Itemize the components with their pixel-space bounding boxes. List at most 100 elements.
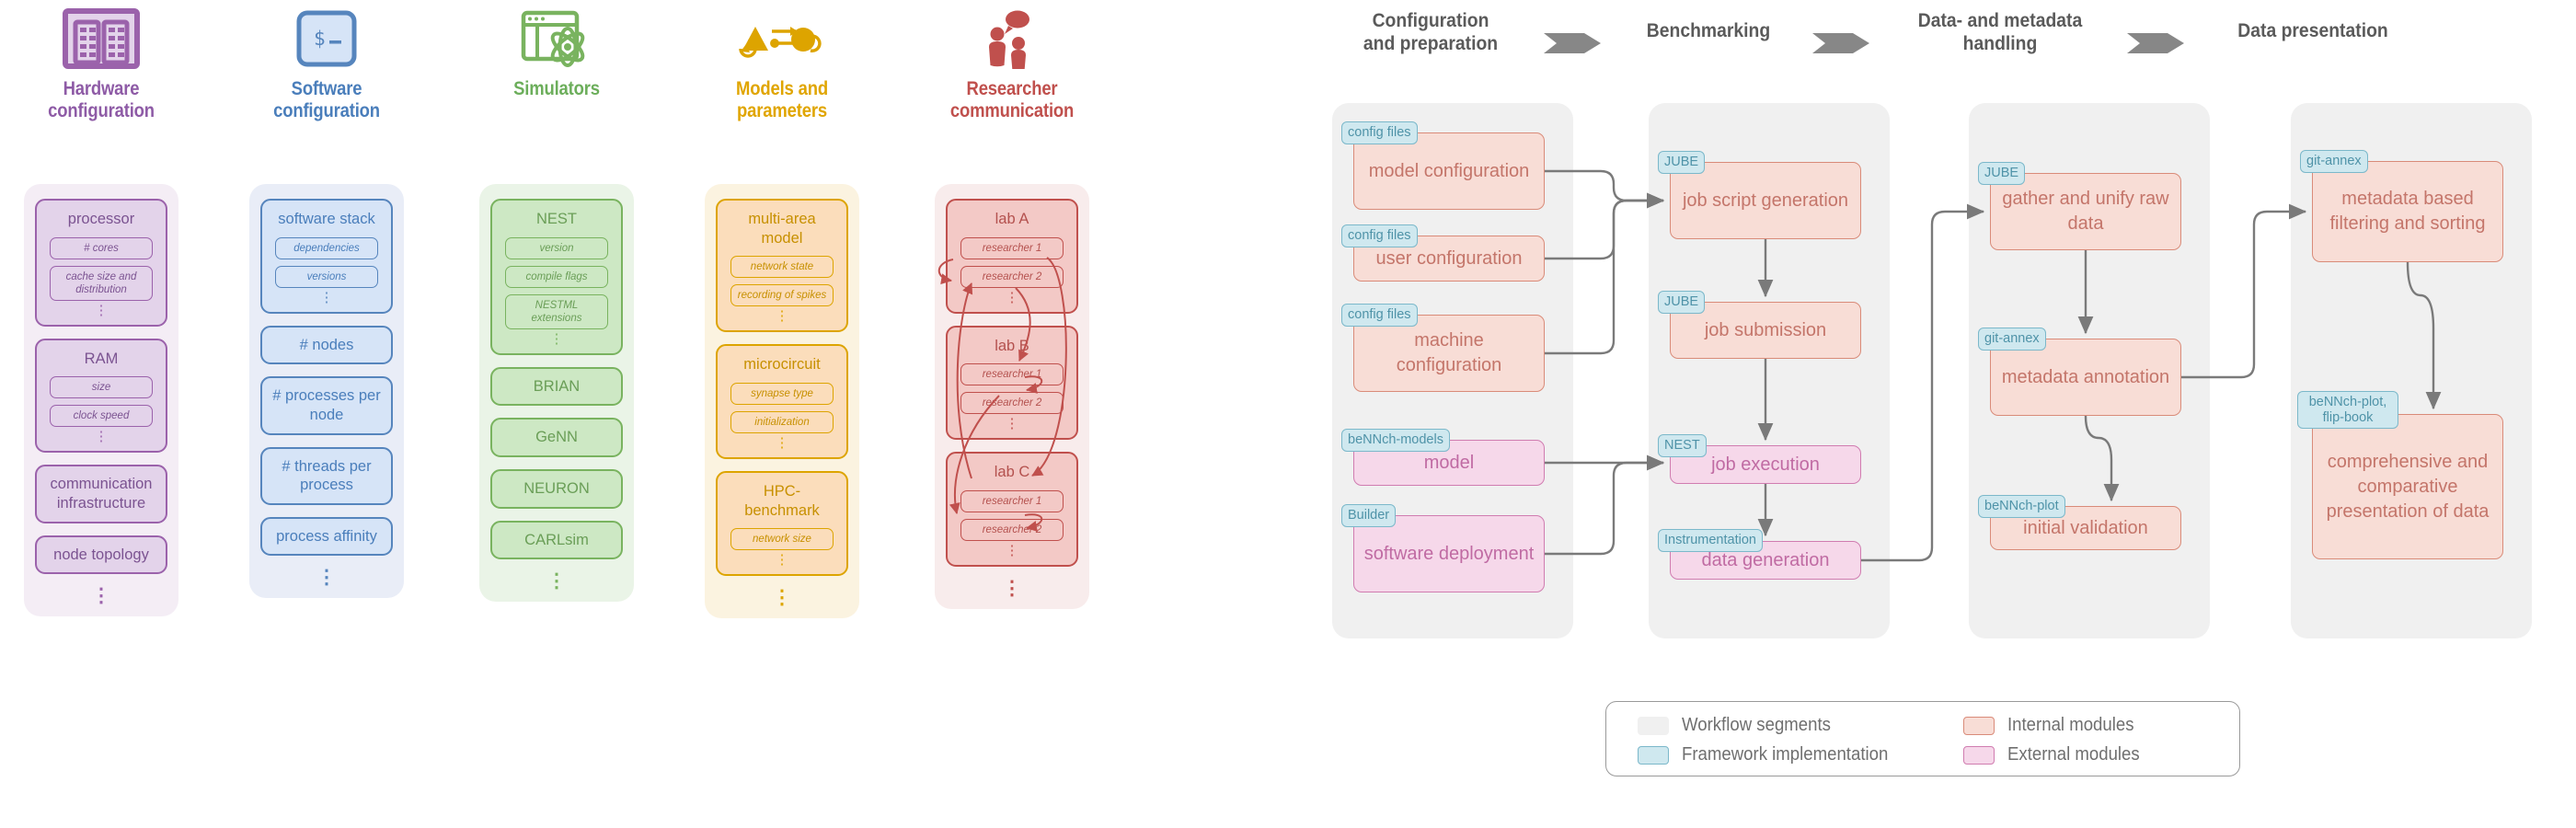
ellipsis-vertical-icon: ⋮ (772, 587, 792, 609)
ellipsis-vertical-icon: ⋮ (775, 308, 789, 325)
group-ram: RAM size clock speed ⋮ (35, 338, 167, 454)
category-title-line2: configuration (48, 99, 155, 121)
tag-git-annex: git-annex (2300, 150, 2368, 173)
legend-swatch-internal-modules (1963, 716, 1995, 735)
legend-label: Workflow segments (1682, 715, 1831, 735)
category-title-software: Software configuration (237, 78, 416, 121)
category-title-researchers: Researcher communication (923, 78, 1101, 121)
phase-label-data-handling: Data- and metadata handling (1917, 9, 2083, 54)
leaf-item: NESTML extensions (505, 293, 608, 329)
leaf-item: clock speed (50, 405, 153, 428)
group-label: software stack (278, 211, 375, 227)
category-title-line1: Software (291, 78, 362, 99)
phase-arrow-icon (2127, 33, 2184, 53)
category-body-models: multi-area model network state recording… (705, 184, 859, 619)
terminal-prompt-icon: $ (225, 0, 428, 69)
phase-label-configuration: Configuration and preparation (1363, 9, 1499, 54)
browser-atom-icon (455, 0, 658, 69)
leaf-item: network state (730, 256, 834, 279)
leaf-item: researcher 1 (960, 363, 1064, 386)
ellipsis-vertical-icon: ⋮ (1005, 416, 1019, 432)
group-lab-c: lab C researcher 1 researcher 2 ⋮ (946, 452, 1078, 567)
group-label: HPC-benchmark (744, 482, 820, 519)
category-column-simulators: Simulators NEST version compile flags NE… (455, 0, 658, 603)
network-nodes-icon (681, 0, 883, 69)
tag-instrumentation: Instrumentation (1658, 529, 1763, 552)
category-title-line1: Researcher (966, 78, 1058, 99)
legend-item-framework-implementation: Framework implementation (1638, 744, 1903, 765)
tag-bennch-plot-flip-book: beNNch-plot, flip-book (2297, 391, 2398, 430)
item-brian: BRIAN (490, 366, 623, 407)
ellipsis-vertical-icon: ⋮ (1005, 542, 1019, 558)
item-threads-per-process: # threads per process (260, 446, 393, 505)
item-communication-infrastructure: communication infrastructure (35, 465, 167, 523)
item-process-affinity: process affinity (260, 516, 393, 557)
leaf-item: size (50, 376, 153, 399)
tag-jube: JUBE (1978, 162, 2026, 185)
leaf-item: version (505, 236, 608, 259)
leaf-item: # cores (50, 236, 153, 259)
leaf-item: researcher 2 (960, 392, 1064, 415)
module-comprehensive-presentation-of-data[interactable]: comprehensive and comparative presentati… (2312, 414, 2503, 559)
ellipsis-vertical-icon: ⋮ (94, 302, 109, 318)
category-title-models: Models and parameters (693, 78, 871, 121)
group-label: RAM (84, 350, 119, 367)
category-title-hardware: Hardware configuration (12, 78, 190, 121)
tag-bennch-models: beNNch-models (1341, 429, 1450, 452)
group-label: multi-area model (748, 211, 816, 247)
category-title-simulators: Simulators (467, 78, 646, 100)
leaf-item: versions (275, 265, 378, 288)
legend: Workflow segments Framework implementati… (1605, 701, 2240, 776)
ellipsis-vertical-icon: ⋮ (94, 429, 109, 445)
category-body-researchers: lab A researcher 1 researcher 2 ⋮ lab B … (935, 184, 1089, 609)
item-genn: GeNN (490, 418, 623, 457)
leaf-item: researcher 1 (960, 236, 1064, 259)
group-label: lab B (995, 337, 1029, 354)
ellipsis-vertical-icon: ⋮ (546, 570, 567, 592)
legend-label: External modules (2007, 744, 2140, 765)
legend-item-internal-modules: Internal modules (1963, 715, 2144, 736)
group-nest: NEST version compile flags NESTML extens… (490, 199, 623, 355)
legend-item-external-modules: External modules (1963, 744, 2150, 765)
group-label: lab A (995, 211, 1029, 227)
group-microcircuit: microcircuit synapse type initialization… (716, 344, 848, 459)
ellipsis-vertical-icon: ⋮ (1005, 289, 1019, 305)
category-column-software: $ Software configuration software stack … (225, 0, 428, 599)
leaf-item: initialization (730, 410, 834, 433)
leaf-item: synapse type (730, 382, 834, 405)
tag-config-files: config files (1341, 224, 1418, 247)
ellipsis-vertical-icon: ⋮ (91, 585, 111, 607)
tag-config-files: config files (1341, 304, 1418, 327)
leaf-item: network size (730, 528, 834, 551)
category-title-line2: configuration (273, 99, 380, 121)
configuration-taxonomy-panel: Hardware configuration processor # cores… (0, 0, 1205, 828)
group-label: NEST (535, 211, 577, 227)
module-metadata-based-filtering-and-sorting[interactable]: metadata based filtering and sorting (2312, 161, 2503, 262)
legend-swatch-external-modules (1963, 745, 1995, 765)
item-neuron: NEURON (490, 468, 623, 509)
tag-nest: NEST (1658, 434, 1707, 457)
phase-label-data-presentation: Data presentation (2237, 19, 2388, 41)
phase-arrow-icon (1812, 33, 1869, 53)
tag-jube: JUBE (1658, 291, 1706, 314)
group-processor: processor # cores cache size and distrib… (35, 199, 167, 327)
legend-label: Internal modules (2007, 715, 2134, 735)
category-column-researchers: Researcher communication lab A researche… (911, 0, 1113, 609)
phase-arrow-icon (1544, 33, 1601, 53)
category-body-simulators: NEST version compile flags NESTML extens… (479, 184, 634, 603)
svg-text:$: $ (314, 28, 326, 50)
server-racks-icon (0, 0, 202, 69)
category-title-line2: parameters (737, 99, 827, 121)
tag-bennch-plot: beNNch-plot (1978, 495, 2065, 518)
ellipsis-vertical-icon: ⋮ (319, 289, 334, 305)
category-body-software: software stack dependencies versions ⋮ #… (249, 184, 404, 599)
legend-item-workflow-segments: Workflow segments (1638, 715, 1842, 736)
group-label: lab C (994, 464, 1030, 481)
leaf-item: recording of spikes (730, 284, 834, 307)
tag-builder: Builder (1341, 504, 1397, 527)
tag-jube: JUBE (1658, 151, 1706, 174)
category-column-hardware: Hardware configuration processor # cores… (0, 0, 202, 617)
leaf-item: cache size and distribution (50, 265, 153, 301)
item-carlsim: CARLsim (490, 520, 623, 560)
legend-label: Framework implementation (1682, 744, 1889, 765)
